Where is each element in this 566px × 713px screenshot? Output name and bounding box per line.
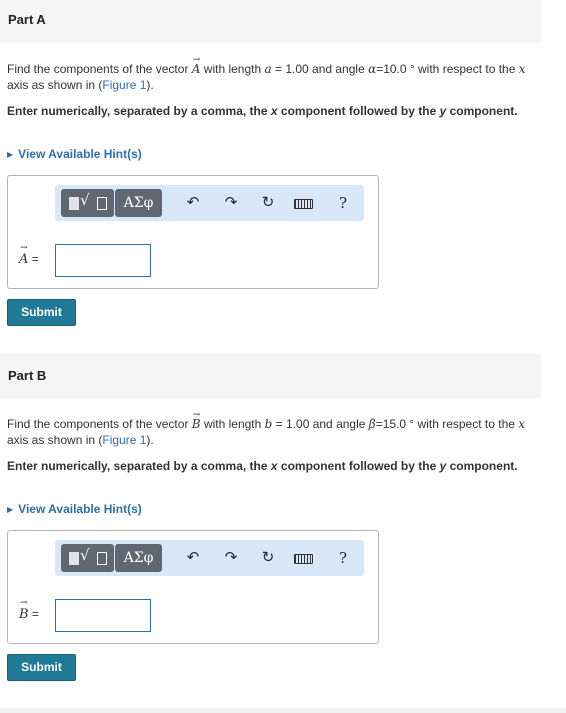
math-toolbar: √ ΑΣφ ↶ ↷ ↻ ? [55,185,364,221]
math-toolbar: √ ΑΣφ ↶ ↷ ↻ ? [55,540,364,576]
prompt-text: Find the components of the vector [7,62,192,76]
help-icon[interactable]: ? [331,189,355,217]
length-variable: a [264,62,272,76]
axis-variable: x [518,417,526,431]
undo-icon[interactable]: ↶ [181,544,205,572]
greek-icon[interactable]: ΑΣφ [115,189,162,217]
x-variable: x [270,104,278,118]
equals-sign: = [31,252,39,266]
instruction-text: component followed by the [277,104,440,118]
section-divider [0,708,566,713]
greek-icon[interactable]: ΑΣφ [115,544,162,572]
prompt-text: ). [146,433,154,447]
part-b-instruction: Enter numerically, separated by a comma,… [7,458,542,474]
filled-square-icon [69,197,79,210]
part-b-submit-button[interactable]: Submit [7,654,76,681]
hint-label: View Available Hint(s) [18,147,142,161]
redo-icon[interactable]: ↷ [219,544,243,572]
prompt-text: = 1.00 and angle [272,417,369,431]
part-b-answer-box: √ ΑΣφ ↶ ↷ ↻ ? B = [7,530,379,644]
part-a-title: Part A [8,12,46,27]
undo-icon[interactable]: ↶ [181,189,205,217]
prompt-text: with length [200,62,265,76]
instruction-text: component followed by the [277,459,440,473]
part-b-title: Part B [8,368,47,383]
empty-square-icon [97,552,107,565]
template-icon[interactable]: √ [61,189,114,217]
prompt-text: = 1.00 and angle [271,62,369,76]
reset-icon[interactable]: ↻ [256,544,280,572]
part-b-answer-input[interactable] [55,599,151,632]
instruction-text: Enter numerically, separated by a comma,… [7,104,271,118]
prompt-text: =15.0 ° with respect to the [375,417,519,431]
part-b-header: Part B [0,354,541,398]
filled-square-icon [69,552,79,565]
keyboard-icon[interactable] [294,554,313,564]
hint-label: View Available Hint(s) [18,502,142,516]
instruction-text: component. [446,459,518,473]
axis-variable: x [518,62,526,76]
prompt-text: Find the components of the vector [7,417,192,431]
equals-sign: = [31,607,39,621]
template-icon[interactable]: √ [61,544,114,572]
help-icon[interactable]: ? [331,544,355,572]
instruction-text: Enter numerically, separated by a comma,… [7,459,271,473]
prompt-text: axis as shown in ( [7,78,103,92]
vector-a-symbol: A [192,52,201,77]
part-a-hint-toggle[interactable]: ▶ View Available Hint(s) [7,147,142,161]
answer-label: A = [19,243,39,267]
prompt-text: with length [200,417,265,431]
figure-link[interactable]: Figure 1 [102,78,146,92]
vector-b-symbol: B [192,407,201,432]
part-a-prompt: Find the components of the vector A with… [7,52,542,93]
prompt-text: axis as shown in ( [7,433,103,447]
answer-label: B = [19,598,39,622]
vector-b-label: B [19,598,29,622]
empty-square-icon [97,197,107,210]
radical-icon: √ [80,191,90,209]
reset-icon[interactable]: ↻ [256,189,280,217]
angle-variable: α [368,62,377,76]
expand-triangle-icon: ▶ [7,505,14,514]
keyboard-icon[interactable] [294,199,313,209]
part-a-submit-button[interactable]: Submit [7,299,76,326]
prompt-text: ). [146,78,154,92]
prompt-text: =10.0 ° with respect to the [376,62,519,76]
expand-triangle-icon: ▶ [7,150,14,159]
part-a-answer-box: √ ΑΣφ ↶ ↷ ↻ ? A = [7,175,379,289]
redo-icon[interactable]: ↷ [219,189,243,217]
figure-link[interactable]: Figure 1 [102,433,146,447]
part-a-instruction: Enter numerically, separated by a comma,… [7,103,542,119]
x-variable: x [270,459,278,473]
part-b-prompt: Find the components of the vector B with… [7,407,542,448]
instruction-text: component. [446,104,518,118]
part-a-header: Part A [0,0,541,43]
vector-a-label: A [19,243,28,267]
angle-variable: β [368,417,376,431]
part-a-answer-input[interactable] [55,244,151,277]
part-b-hint-toggle[interactable]: ▶ View Available Hint(s) [7,502,142,516]
radical-icon: √ [80,546,90,564]
